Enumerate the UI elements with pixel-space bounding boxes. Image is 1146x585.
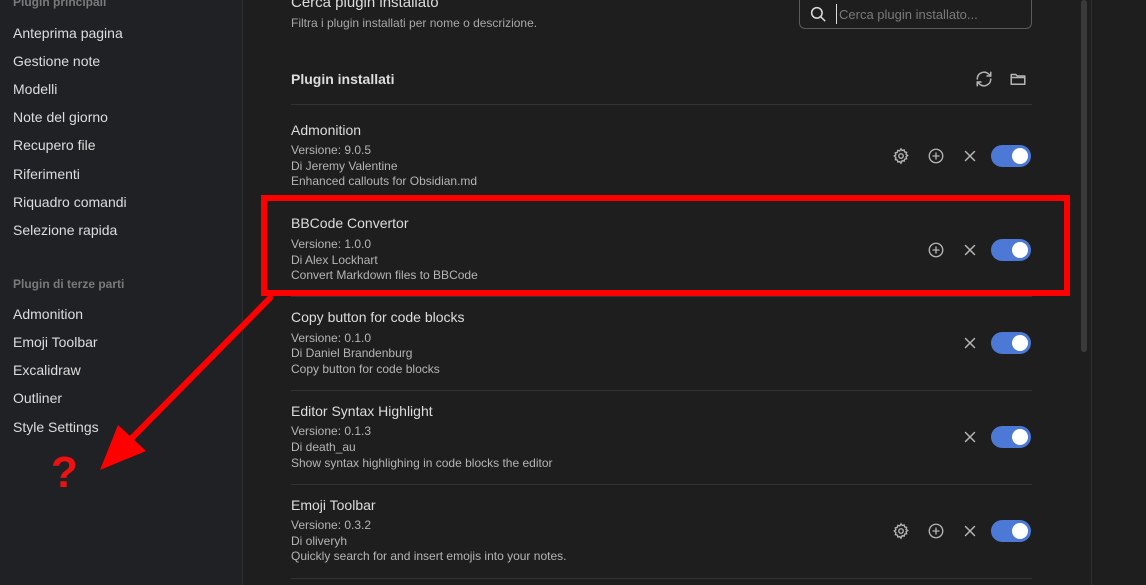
annotation-question-mark: ? <box>51 448 78 497</box>
annotation-arrow <box>100 295 273 470</box>
